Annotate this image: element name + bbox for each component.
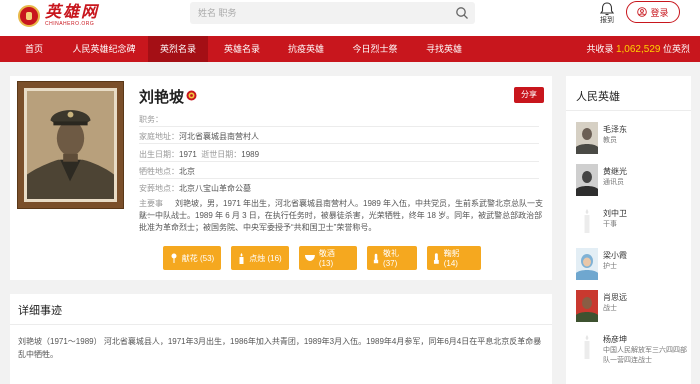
hero-profile-card: 刘艳坡 分享 职务： 家庭地址：河北省襄城县南营村人 出生日期：1971 逝世日… bbox=[10, 76, 552, 280]
total-count: 共收录 1,062,529 位英烈 bbox=[586, 44, 690, 55]
tribute-actions: 献花 (53) 点烛 (16) 敬酒 (13) 敬礼 (37) 鞠躬 (14) bbox=[163, 246, 481, 270]
nav-item-heroes[interactable]: 英雄名录 bbox=[212, 36, 272, 62]
main-deeds-text: 刘艳坡，男，1971 年出生，河北省襄城县南营村人。1989 年入伍，中共党员，… bbox=[139, 199, 544, 232]
info-divider bbox=[139, 126, 539, 127]
hero-thumbnail-placeholder bbox=[576, 332, 598, 364]
share-button[interactable]: 分享 bbox=[514, 87, 544, 103]
hero-thumbnail bbox=[576, 164, 598, 196]
user-icon bbox=[637, 7, 648, 17]
wine-icon bbox=[305, 255, 315, 261]
logo-subtitle: CHINAHERO.ORG bbox=[45, 21, 95, 27]
bow-button[interactable]: 鞠躬 (14) bbox=[427, 246, 481, 270]
detail-divider bbox=[10, 324, 552, 325]
total-count-number: 1,062,529 bbox=[615, 44, 661, 55]
detailed-deeds-card: 详细事迹 刘艳坡（1971～1989） 河北省襄城县人，1971年3月出生，19… bbox=[10, 294, 552, 384]
sidebar-hero-item[interactable]: 毛泽东 教员 bbox=[576, 122, 688, 156]
top-header: 英雄网 CHINAHERO.ORG 报到 登录 bbox=[0, 0, 700, 36]
sidebar-hero-item[interactable]: 梁小霞 护士 bbox=[576, 248, 688, 282]
sidebar-divider bbox=[566, 110, 691, 111]
nav-item-find-heroes[interactable]: 寻找英雄 bbox=[414, 36, 474, 62]
info-dates: 出生日期：1971 逝世日期：1989 bbox=[139, 150, 260, 159]
detail-text: 刘艳坡（1971～1989） 河北省襄城县人，1971年3月出生，1986年加入… bbox=[18, 337, 542, 359]
detail-heading: 详细事迹 bbox=[18, 305, 62, 317]
martyr-badge-icon bbox=[186, 90, 197, 101]
info-sacrifice-place: 牺牲地点：北京 bbox=[139, 167, 195, 176]
bell-icon[interactable] bbox=[597, 2, 617, 16]
nav-item-martyrs[interactable]: 英烈名录 bbox=[148, 36, 208, 62]
hero-thumbnail-placeholder bbox=[576, 206, 598, 238]
nav-item-epidemic-heroes[interactable]: 抗疫英雄 bbox=[276, 36, 336, 62]
info-duty: 职务： bbox=[139, 115, 163, 124]
info-home-address: 家庭地址：河北省襄城县南营村人 bbox=[139, 132, 259, 141]
hero-thumbnail bbox=[576, 122, 598, 154]
hero-thumbnail bbox=[576, 248, 598, 280]
light-candle-button[interactable]: 点烛 (16) bbox=[231, 246, 289, 270]
search-box bbox=[190, 2, 475, 24]
nav-item-home[interactable]: 首页 bbox=[14, 36, 54, 62]
site-logo[interactable]: 英雄网 CHINAHERO.ORG bbox=[18, 4, 99, 27]
info-divider bbox=[139, 178, 539, 179]
info-burial-place: 安葬地点：北京八宝山革命公墓 bbox=[139, 184, 251, 193]
candle-icon bbox=[239, 252, 244, 264]
notify-label[interactable]: 报到 bbox=[597, 15, 617, 25]
main-nav: 首页 人民英雄纪念碑 英烈名录 英雄名录 抗疫英雄 今日烈士祭 寻找英雄 共收录… bbox=[0, 36, 700, 62]
hero-name: 刘艳坡 bbox=[139, 89, 185, 106]
login-label: 登录 bbox=[650, 7, 669, 18]
offer-flower-button[interactable]: 献花 (53) bbox=[163, 246, 221, 270]
salute-button[interactable]: 敬礼 (37) bbox=[367, 246, 417, 270]
sidebar-hero-item[interactable]: 杨彦坤 中国人民解放军三六四四部队一营四连战士 bbox=[576, 332, 688, 382]
info-divider bbox=[139, 161, 539, 162]
sidebar-heading: 人民英雄 bbox=[576, 91, 620, 103]
login-button[interactable]: 登录 bbox=[626, 1, 680, 23]
sidebar-hero-item[interactable]: 刘中卫 干事 bbox=[576, 206, 688, 240]
sidebar-hero-item[interactable]: 黄继光 通讯员 bbox=[576, 164, 688, 198]
logo-title: 英雄网 bbox=[45, 2, 100, 21]
hero-thumbnail bbox=[576, 290, 598, 322]
flower-icon bbox=[171, 253, 177, 263]
info-divider bbox=[139, 143, 539, 144]
hero-portrait bbox=[24, 88, 117, 202]
portrait-frame bbox=[17, 81, 124, 209]
sidebar-hero-item[interactable]: 肖思远 战士 bbox=[576, 290, 688, 324]
info-main-deeds: 主要事迹： 刘艳坡，男，1971 年出生，河北省襄城县南营村人。1989 年入伍… bbox=[139, 198, 549, 234]
salute-icon bbox=[373, 253, 379, 263]
people-heroes-sidebar: 人民英雄 毛泽东 教员 黄继光 通讯员 刘中卫 干事 梁小霞 护士 肖思远 战士… bbox=[566, 76, 691, 384]
nav-item-today-memorial[interactable]: 今日烈士祭 bbox=[342, 36, 408, 62]
search-input[interactable] bbox=[190, 2, 450, 24]
nav-item-monument[interactable]: 人民英雄纪念碑 bbox=[62, 36, 146, 62]
logo-emblem-icon bbox=[18, 4, 40, 27]
bow-icon bbox=[433, 252, 439, 264]
search-icon[interactable] bbox=[455, 6, 469, 20]
toast-wine-button[interactable]: 敬酒 (13) bbox=[299, 246, 357, 270]
portrait-image bbox=[27, 91, 114, 199]
